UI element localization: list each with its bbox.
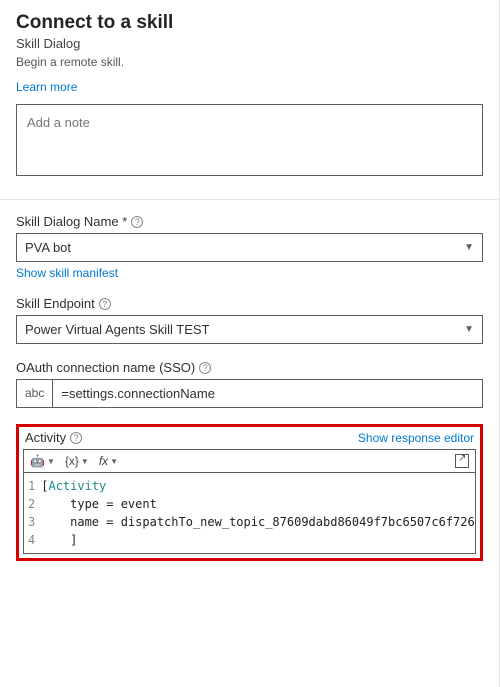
skill-dialog-name-label: Skill Dialog Name * ? bbox=[16, 214, 483, 229]
line-gutter: 1 2 3 4 bbox=[24, 473, 41, 553]
chevron-down-icon: ▼ bbox=[81, 457, 89, 466]
code-body[interactable]: [Activity type = event name = dispatchTo… bbox=[41, 473, 475, 553]
skill-endpoint-select[interactable]: Power Virtual Agents Skill TEST ▼ bbox=[16, 315, 483, 344]
bot-icon: 🤖 bbox=[30, 454, 45, 468]
skill-endpoint-value: Power Virtual Agents Skill TEST bbox=[25, 322, 210, 337]
page-description: Begin a remote skill. bbox=[16, 55, 483, 69]
help-icon[interactable]: ? bbox=[70, 432, 82, 444]
oauth-input[interactable] bbox=[52, 379, 483, 408]
show-skill-manifest-link[interactable]: Show skill manifest bbox=[16, 266, 483, 280]
show-response-editor-link[interactable]: Show response editor bbox=[358, 431, 474, 445]
learn-more-link[interactable]: Learn more bbox=[16, 80, 77, 94]
fx-button[interactable]: fx ▼ bbox=[99, 454, 118, 468]
popout-icon[interactable] bbox=[455, 454, 469, 468]
page-title: Connect to a skill bbox=[16, 12, 483, 34]
skill-dialog-name-value: PVA bot bbox=[25, 240, 71, 255]
variables-button[interactable]: {x} ▼ bbox=[65, 454, 89, 468]
oauth-prefix: abc bbox=[16, 379, 52, 408]
activity-code-editor[interactable]: 1 2 3 4 [Activity type = event name = di… bbox=[23, 473, 476, 554]
activity-toolbar: 🤖 ▼ {x} ▼ fx ▼ bbox=[23, 449, 476, 473]
activity-section: Activity ? Show response editor 🤖 ▼ {x} … bbox=[16, 424, 483, 561]
section-divider bbox=[0, 199, 499, 200]
skill-endpoint-label: Skill Endpoint ? bbox=[16, 296, 483, 311]
note-input[interactable] bbox=[16, 104, 483, 176]
chevron-down-icon: ▼ bbox=[47, 457, 55, 466]
skill-dialog-name-select[interactable]: PVA bot ▼ bbox=[16, 233, 483, 262]
page-subtitle: Skill Dialog bbox=[16, 36, 483, 51]
help-icon[interactable]: ? bbox=[199, 362, 211, 374]
help-icon[interactable]: ? bbox=[99, 298, 111, 310]
oauth-label: OAuth connection name (SSO) ? bbox=[16, 360, 483, 375]
help-icon[interactable]: ? bbox=[131, 216, 143, 228]
bot-memory-button[interactable]: 🤖 ▼ bbox=[30, 454, 55, 468]
activity-label: Activity ? bbox=[25, 430, 82, 445]
chevron-down-icon: ▼ bbox=[110, 457, 118, 466]
chevron-down-icon: ▼ bbox=[464, 324, 474, 335]
chevron-down-icon: ▼ bbox=[464, 242, 474, 253]
